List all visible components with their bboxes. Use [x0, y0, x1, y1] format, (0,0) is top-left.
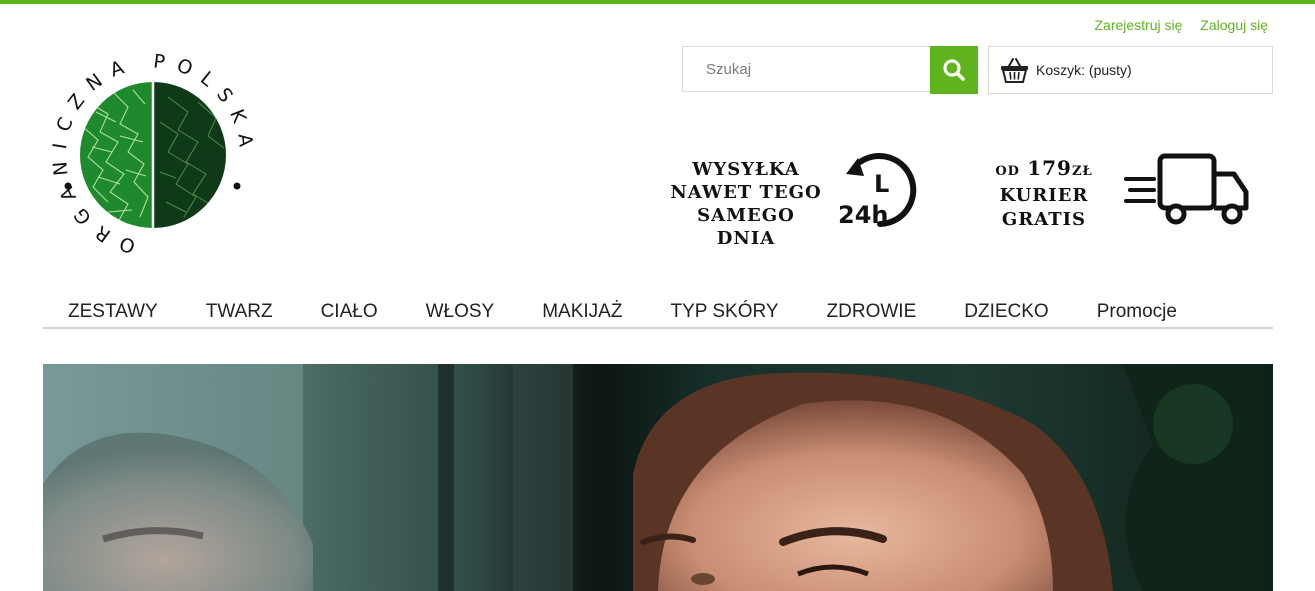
cart-label: Koszyk: (pusty) — [1036, 62, 1132, 78]
same-day-shipping-banner: WYSYŁKA NAWET TEGO SAMEGO DNIA L 24h — [666, 150, 926, 249]
search-button[interactable] — [930, 46, 978, 94]
delivery-truck-icon — [1124, 153, 1249, 225]
clock-24h-icon: L 24h — [838, 153, 917, 229]
nav-item-typ-skory[interactable]: TYP SKÓRY — [646, 293, 802, 329]
nav-item-wlosy[interactable]: WŁOSY — [402, 293, 519, 329]
site-logo[interactable]: ORGANICZNA POLSKA — [48, 50, 258, 262]
woman-portrait-banner — [43, 364, 1273, 591]
nav-item-zestawy[interactable]: ZESTAWY — [43, 293, 182, 329]
search-input[interactable] — [683, 47, 930, 91]
svg-text:L: L — [874, 170, 889, 198]
nav-item-cialo[interactable]: CIAŁO — [297, 293, 402, 329]
free-courier-banner: OD 179ZŁ KURIER GRATIS — [990, 150, 1260, 230]
badge-24h: 24h — [838, 201, 888, 229]
hero-banner[interactable] — [43, 364, 1273, 591]
nav-item-twarz[interactable]: TWARZ — [182, 293, 297, 329]
leaf-logo: ORGANICZNA POLSKA — [48, 50, 246, 257]
nav-item-makijaz[interactable]: MAKIJAŻ — [518, 293, 646, 329]
nav-item-dziecko[interactable]: DZIECKO — [940, 293, 1072, 329]
user-links: Zarejestruj się Zaloguj się — [1080, 17, 1268, 33]
search-box — [682, 46, 930, 92]
nav-item-zdrowie[interactable]: ZDROWIE — [803, 293, 941, 329]
shipping-text: WYSYŁKA NAWET TEGO SAMEGO DNIA — [670, 159, 822, 249]
courier-text: OD 179ZŁ KURIER GRATIS — [995, 156, 1093, 230]
search-icon — [943, 59, 965, 81]
main-navigation: ZESTAWY TWARZ CIAŁO WŁOSY MAKIJAŻ TYP SK… — [43, 293, 1273, 329]
basket-icon — [1000, 57, 1029, 83]
register-link[interactable]: Zarejestruj się — [1094, 17, 1182, 33]
cart-button[interactable]: Koszyk: (pusty) — [988, 46, 1273, 94]
nav-item-promocje[interactable]: Promocje — [1073, 293, 1201, 329]
login-link[interactable]: Zaloguj się — [1200, 17, 1268, 33]
top-accent-bar — [0, 0, 1315, 4]
